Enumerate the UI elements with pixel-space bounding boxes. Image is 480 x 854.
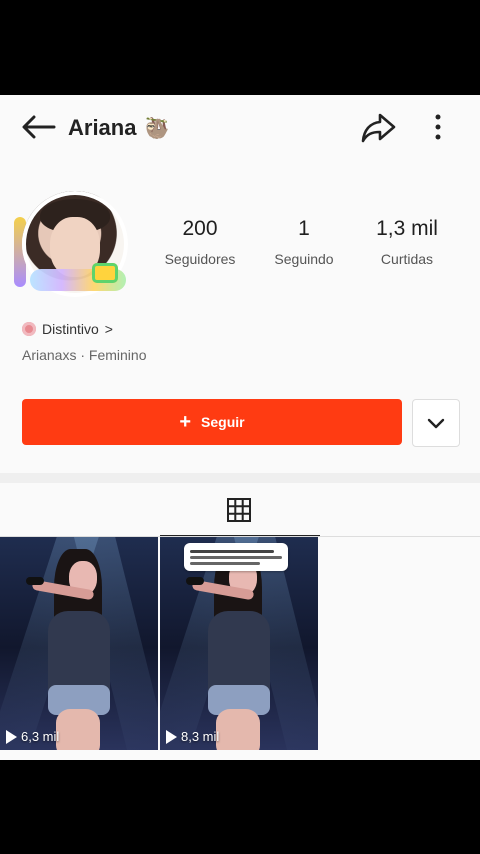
comment-line (190, 550, 274, 553)
view-count-text: 8,3 mil (181, 729, 220, 744)
followers-stat[interactable]: 200 Seguidores (145, 217, 255, 267)
profile-name: Ariana (68, 115, 137, 140)
top-bar: Ariana 🦥 (0, 95, 480, 165)
comment-line (190, 562, 260, 565)
microphone-icon (26, 577, 44, 585)
profile-meta: Arianaxs · Feminino (22, 347, 147, 363)
dropdown-button[interactable] (412, 399, 460, 447)
following-count: 1 (298, 217, 310, 240)
singer-legs (56, 709, 100, 750)
view-count: 8,3 mil (166, 729, 219, 744)
chevron-down-icon (427, 418, 445, 429)
grid-icon[interactable] (226, 497, 252, 523)
arrow-left-icon[interactable] (20, 113, 56, 141)
view-count-text: 6,3 mil (21, 729, 60, 744)
video-thumbnail[interactable]: 6,3 mil (0, 537, 158, 750)
following-stat[interactable]: 1 Seguindo (249, 217, 359, 267)
comment-line (190, 556, 282, 559)
plus-icon: + (179, 411, 192, 433)
video-thumbnail[interactable]: 8,3 mil (160, 537, 318, 750)
follow-button[interactable]: + Seguir (22, 399, 402, 445)
reply-comment-sticker (184, 543, 288, 571)
chevron-right-icon: > (104, 321, 113, 337)
likes-count: 1,3 mil (376, 217, 438, 240)
followers-label: Seguidores (164, 251, 236, 267)
camera-sticker-icon (92, 263, 118, 283)
badge-icon (22, 322, 36, 336)
video-grid: 6,3 mil 8,3 mil (0, 537, 480, 760)
likes-label: Curtidas (380, 251, 434, 267)
microphone-icon (186, 577, 204, 585)
following-label: Seguindo (274, 251, 334, 267)
section-separator (0, 473, 480, 483)
more-vertical-icon[interactable] (428, 113, 448, 143)
view-count: 6,3 mil (6, 729, 59, 744)
sloth-emoji: 🦥 (144, 118, 170, 140)
badge-label: Distintivo (42, 321, 99, 337)
avatar[interactable] (14, 191, 134, 299)
badge-link[interactable]: Distintivo > (22, 321, 113, 337)
profile-title: Ariana 🦥 (68, 115, 169, 141)
likes-stat[interactable]: 1,3 mil Curtidas (352, 217, 462, 267)
play-icon (6, 729, 17, 744)
profile-screen: Ariana 🦥 200 Seguidores 1 Seguindo 1,3 mi… (0, 95, 480, 760)
share-icon[interactable] (360, 111, 398, 143)
content-tabs (0, 483, 480, 537)
singer-legs (216, 709, 260, 750)
play-icon (166, 729, 177, 744)
followers-count: 200 (182, 217, 218, 240)
follow-label: Seguir (201, 414, 245, 430)
